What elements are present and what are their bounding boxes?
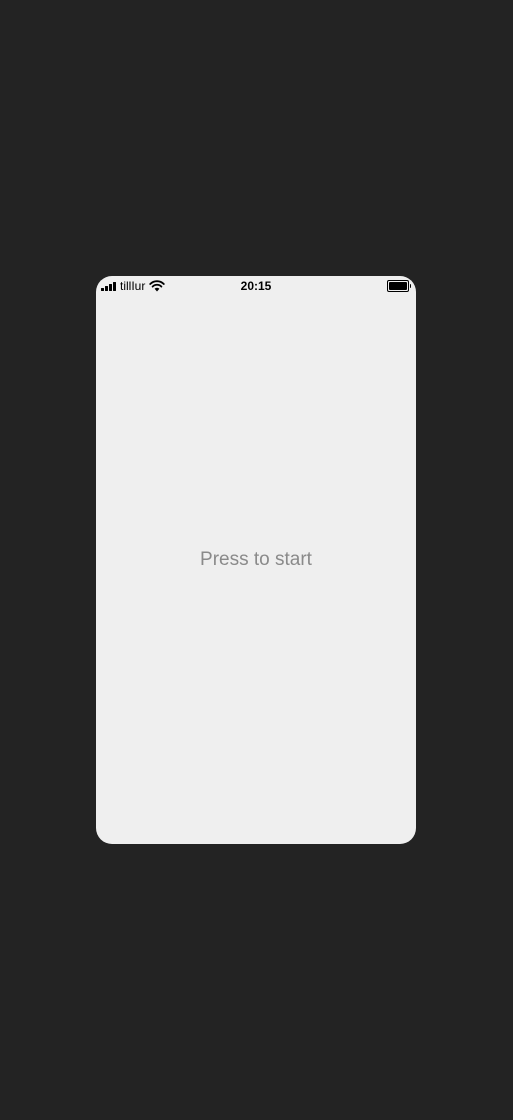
status-bar: tillIur 20:15 xyxy=(96,276,416,296)
status-time: 20:15 xyxy=(240,279,272,293)
battery-icon xyxy=(387,280,411,292)
press-to-start-prompt[interactable]: Press to start xyxy=(96,548,416,572)
phone-screen[interactable]: tillIur 20:15 Press to start xyxy=(96,276,416,844)
